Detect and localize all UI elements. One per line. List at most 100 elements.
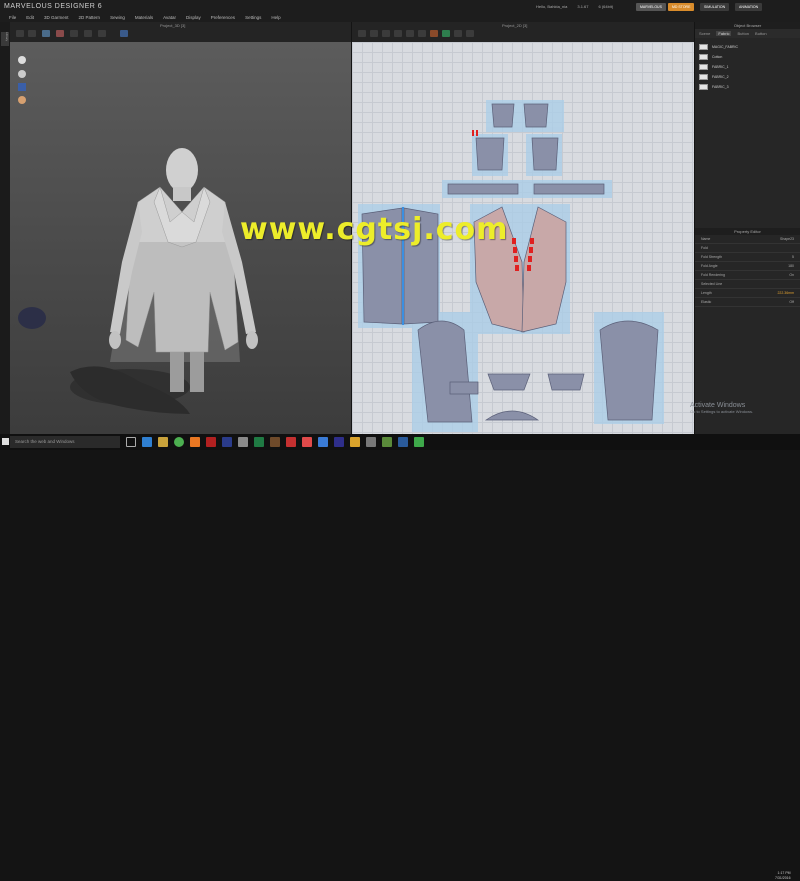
- menu-file[interactable]: File: [4, 14, 21, 22]
- fabric-item[interactable]: Cotton: [695, 52, 800, 62]
- measure-tool-icon[interactable]: [84, 30, 92, 37]
- tab-button-2[interactable]: Button: [755, 31, 767, 36]
- simulation-button[interactable]: SIMULATION: [700, 3, 730, 11]
- app-title: MARVELOUS DESIGNER 6: [4, 3, 103, 10]
- free-sewing-icon[interactable]: [454, 30, 462, 37]
- app-icon-yellow[interactable]: [350, 437, 360, 447]
- app-icon-red[interactable]: [206, 437, 216, 447]
- menu-3d-garment[interactable]: 3D Garment: [39, 14, 74, 22]
- app-icon-blue[interactable]: [222, 437, 232, 447]
- user-name: Hello, Bahkta_nia: [536, 4, 568, 9]
- select-tool-icon[interactable]: [16, 30, 24, 37]
- activate-subtitle: Go to Settings to activate Windows.: [690, 409, 754, 414]
- chrome-icon[interactable]: [174, 437, 184, 447]
- property-value[interactable]: On: [789, 273, 794, 277]
- task-view-icon[interactable]: [126, 437, 136, 447]
- fabric-item[interactable]: FABRIC_2: [695, 72, 800, 82]
- avatar-wire-icon[interactable]: [18, 83, 26, 91]
- fabric-item[interactable]: FABRIC_3: [695, 82, 800, 92]
- fabric-swatch-icon: [699, 64, 708, 70]
- toolbar-2d: Project_2D [3]: [352, 22, 694, 51]
- avatar-male-icon[interactable]: [18, 56, 26, 64]
- menu-materials[interactable]: Materials: [130, 14, 158, 22]
- menu-display[interactable]: Display: [181, 14, 206, 22]
- avatar-female-icon[interactable]: [18, 70, 26, 78]
- tape-tool-icon[interactable]: [98, 30, 106, 37]
- taskbar-clock[interactable]: 1:17 PM 7/31/2016: [775, 871, 791, 881]
- app-icon-orange[interactable]: [190, 437, 200, 447]
- menu-preferences[interactable]: Preferences: [206, 14, 240, 22]
- tab-fabric[interactable]: Fabric: [716, 31, 732, 36]
- library-tab[interactable]: Library: [1, 32, 9, 46]
- property-row: Selected Line: [695, 280, 800, 289]
- circle-icon[interactable]: [406, 30, 414, 37]
- edit-pattern-icon[interactable]: [370, 30, 378, 37]
- move-tool-icon[interactable]: [28, 30, 36, 37]
- property-row: Fold Strength 5: [695, 253, 800, 262]
- title-bar: MARVELOUS DESIGNER 6 Hello, Bahkta_nia 3…: [0, 0, 800, 14]
- fabric-item[interactable]: MAGIC_FABRIC: [695, 42, 800, 52]
- menu-avatar[interactable]: Avatar: [158, 14, 181, 22]
- md-store-button[interactable]: MD STORE: [668, 3, 695, 11]
- menu-2d-pattern[interactable]: 2D Pattern: [74, 14, 106, 22]
- avatar-skin-icon[interactable]: [18, 96, 26, 104]
- user-info: Hello, Bahkta_nia 3.1.67 6 (64bit): [536, 4, 613, 9]
- property-row: Fold Rendering On: [695, 271, 800, 280]
- fabric-item[interactable]: FABRIC_1: [695, 62, 800, 72]
- taskbar-search[interactable]: Search the web and Windows: [10, 436, 120, 448]
- marvelous-button[interactable]: MARVELOUS: [636, 3, 666, 11]
- taskbar: Search the web and Windows 1:17 PM 7/31/…: [0, 434, 800, 880]
- property-value[interactable]: 180: [788, 264, 794, 268]
- menu-settings[interactable]: Settings: [240, 14, 266, 22]
- fabric-swatch-icon: [699, 54, 708, 60]
- property-value[interactable]: 5: [792, 255, 794, 259]
- brush-tool-icon[interactable]: [70, 30, 78, 37]
- app-icon-red-2[interactable]: [286, 437, 296, 447]
- animation-button[interactable]: ANIMATION: [735, 3, 763, 11]
- fabric-swatch-icon: [699, 74, 708, 80]
- app-icon-grey-2[interactable]: [366, 437, 376, 447]
- transform-pattern-icon[interactable]: [358, 30, 366, 37]
- app-icon-blue-2[interactable]: [318, 437, 328, 447]
- property-row: Name Shape23: [695, 235, 800, 244]
- explorer-icon[interactable]: [158, 437, 168, 447]
- version-label: 3.1.67: [577, 4, 589, 9]
- menu-bar: File Edit 3D Garment 2D Pattern Sewing M…: [0, 14, 800, 22]
- library-strip: Library: [0, 22, 10, 434]
- object-browser-tabs: Scene Fabric Button Button: [695, 29, 800, 38]
- property-row: Fold Angle 180: [695, 262, 800, 271]
- watermark-text: www.cgtsj.com: [240, 212, 509, 247]
- internal-line-icon[interactable]: [418, 30, 426, 37]
- property-value[interactable]: Off: [789, 300, 794, 304]
- windows-start-icon[interactable]: [2, 438, 9, 445]
- property-row: Length 222.36mm: [695, 289, 800, 298]
- rectangle-icon[interactable]: [394, 30, 402, 37]
- tab-button[interactable]: Button: [737, 31, 749, 36]
- pin-tool-icon[interactable]: [42, 30, 50, 37]
- menu-sewing[interactable]: Sewing: [105, 14, 130, 22]
- property-value[interactable]: Shape23: [780, 237, 794, 241]
- menu-help[interactable]: Help: [266, 14, 285, 22]
- clock-date: 7/31/2016: [775, 876, 791, 880]
- activate-windows: Activate Windows Go to Settings to activ…: [690, 402, 753, 414]
- app-icon-blue-3[interactable]: [398, 437, 408, 447]
- property-editor-title: Property Editor: [695, 228, 800, 235]
- app-icon-green-2[interactable]: [414, 437, 424, 447]
- app-icon-navy[interactable]: [334, 437, 344, 447]
- app-icon-pink[interactable]: [302, 437, 312, 447]
- sewing-icon[interactable]: [442, 30, 450, 37]
- polygon-icon[interactable]: [382, 30, 390, 37]
- check-sewing-icon[interactable]: [466, 30, 474, 37]
- tab-scene[interactable]: Scene: [699, 31, 710, 36]
- property-value[interactable]: 222.36mm: [777, 291, 794, 295]
- edge-icon[interactable]: [142, 437, 152, 447]
- dart-icon[interactable]: [430, 30, 438, 37]
- app-icon-brown[interactable]: [270, 437, 280, 447]
- avatar-tool-icon[interactable]: [120, 30, 128, 37]
- fabric-swatch-icon: [699, 44, 708, 50]
- excel-icon[interactable]: [254, 437, 264, 447]
- app-icon-green[interactable]: [382, 437, 392, 447]
- menu-edit[interactable]: Edit: [21, 14, 39, 22]
- app-icon-grey[interactable]: [238, 437, 248, 447]
- fold-tool-icon[interactable]: [56, 30, 64, 37]
